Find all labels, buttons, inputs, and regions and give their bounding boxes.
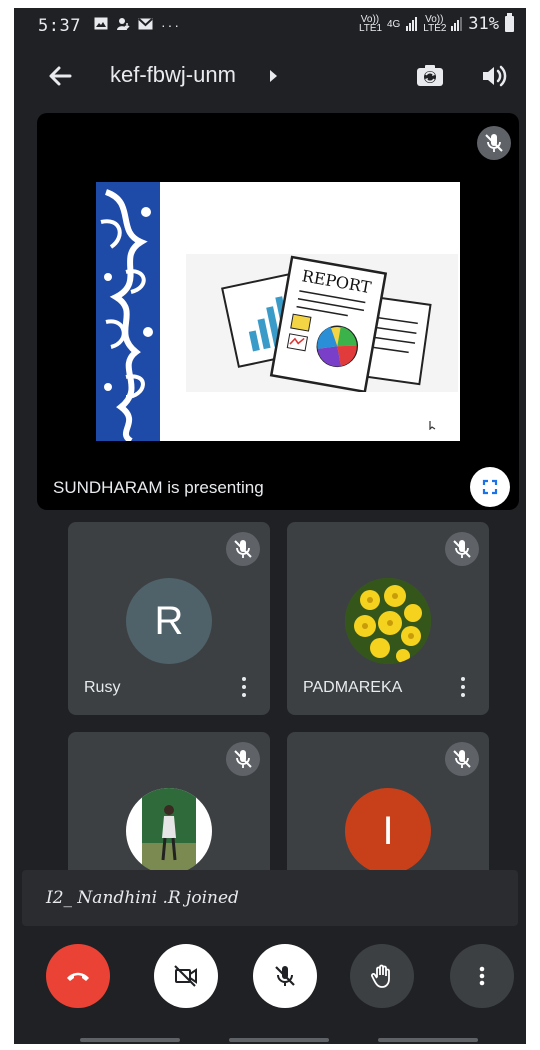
status-time: 5:37 — [38, 16, 81, 36]
avatar: R — [126, 578, 212, 664]
participant-name: PADMAREKA — [303, 679, 403, 696]
photo-avatar — [126, 788, 212, 874]
participant-tile-rusy[interactable]: R Rusy — [68, 522, 270, 715]
more-vert-icon[interactable] — [457, 675, 469, 699]
nav-bar-right — [378, 1038, 478, 1042]
nav-bar-left — [80, 1038, 180, 1042]
back-arrow-icon[interactable] — [44, 60, 76, 92]
battery-level: 31% — [468, 14, 499, 34]
camera-off-icon — [174, 965, 197, 987]
battery-icon — [505, 13, 514, 32]
more-vert-icon[interactable] — [238, 675, 250, 699]
network-gen-label: 4G — [386, 18, 401, 30]
mic-off-icon — [275, 966, 295, 986]
raise-hand-button[interactable] — [350, 944, 414, 1008]
network-label-2: Vo)) LTE2 — [423, 14, 447, 34]
network-label-1: Vo)) LTE1 — [358, 14, 383, 34]
gmail-icon — [138, 17, 153, 34]
presentation-mic-off-icon — [477, 126, 511, 160]
mic-off-icon — [445, 742, 479, 776]
raise-hand-icon — [371, 964, 390, 988]
flower-avatar — [345, 578, 431, 664]
fullscreen-button[interactable] — [470, 467, 510, 507]
meeting-header: kef-fbwj-unm — [14, 48, 526, 104]
avatar: I — [345, 788, 431, 874]
mic-off-icon — [226, 532, 260, 566]
signal-icon — [406, 17, 418, 31]
signal-2-icon — [451, 17, 463, 31]
report-illustration: REPORT — [186, 254, 458, 394]
mic-off-icon — [226, 742, 260, 776]
nav-bar-center — [229, 1038, 329, 1042]
slide-decorative-band — [96, 182, 160, 444]
join-notification: I2_ Nandhini .R joined — [22, 870, 518, 926]
fullscreen-icon — [482, 479, 498, 495]
presentation-tile[interactable]: REPORT SUNDHARAM is presenting — [37, 113, 519, 510]
camera-toggle-button[interactable] — [154, 944, 218, 1008]
join-notification-text: I2_ Nandhini .R joined — [46, 888, 239, 908]
shared-slide: REPORT — [96, 182, 460, 444]
more-dots-icon: ··· — [161, 17, 181, 33]
speaker-icon[interactable] — [478, 60, 510, 92]
meet-screen: 5:37 ··· Vo)) LTE1 4G Vo)) LTE2 31% kef-… — [14, 8, 526, 1044]
image-icon — [94, 17, 108, 34]
mic-toggle-button[interactable] — [253, 944, 317, 1008]
participant-name: Rusy — [84, 679, 121, 696]
mic-off-icon — [445, 532, 479, 566]
status-bar: 5:37 ··· Vo)) LTE1 4G Vo)) LTE2 31% — [14, 8, 526, 42]
meeting-code-title[interactable]: kef-fbwj-unm — [110, 62, 236, 88]
more-options-button[interactable] — [450, 944, 514, 1008]
presenting-label: SUNDHARAM is presenting — [53, 478, 264, 497]
person-download-icon — [116, 17, 130, 34]
end-call-icon — [67, 972, 89, 981]
end-call-button[interactable] — [46, 944, 110, 1008]
switch-camera-icon[interactable] — [414, 60, 446, 92]
more-vert-icon — [479, 966, 485, 986]
cursor-pointer-icon — [429, 417, 439, 431]
caret-right-icon[interactable] — [270, 70, 277, 82]
participant-tile-padmareka[interactable]: PADMAREKA — [287, 522, 489, 715]
